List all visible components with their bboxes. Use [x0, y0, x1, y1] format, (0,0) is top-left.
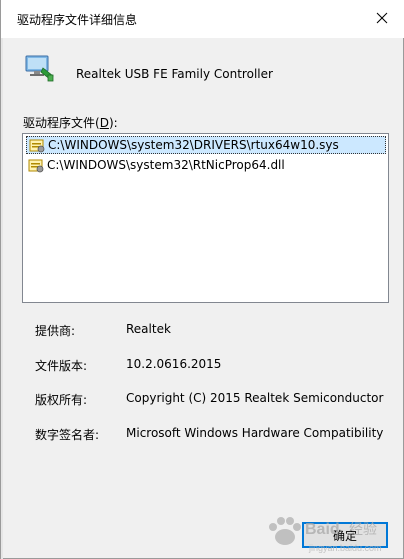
file-path: C:\WINDOWS\system32\DRIVERS\rtux64w10.sy…	[48, 138, 339, 152]
file-version-value: 10.2.0616.2015	[126, 357, 222, 371]
file-version-label: 文件版本:	[35, 359, 88, 373]
window-edge	[1, 38, 3, 559]
provider-label: 提供商:	[35, 324, 76, 338]
system-file-icon	[29, 139, 45, 153]
dll-file-icon	[28, 159, 44, 173]
driver-files-label-suffix: ):	[108, 116, 118, 130]
close-icon	[376, 12, 388, 24]
title-bar[interactable]: 驱动程序文件详细信息	[1, 0, 404, 38]
copyright-label: 版权所有:	[35, 393, 88, 407]
driver-file-details-dialog: 驱动程序文件详细信息 Realtek USB FE Family Control…	[0, 0, 404, 559]
digital-signer-label: 数字签名者:	[35, 428, 100, 442]
list-item[interactable]: C:\WINDOWS\system32\RtNicProp64.dll	[26, 156, 386, 174]
ok-button[interactable]: 确定	[302, 522, 388, 548]
close-button[interactable]	[364, 2, 400, 34]
driver-files-label: 驱动程序文件(D):	[23, 114, 118, 131]
list-item[interactable]: C:\WINDOWS\system32\DRIVERS\rtux64w10.sy…	[26, 136, 386, 154]
window-title: 驱动程序文件详细信息	[17, 13, 138, 27]
driver-files-list[interactable]: C:\WINDOWS\system32\DRIVERS\rtux64w10.sy…	[22, 133, 389, 303]
digital-signer-value: Microsoft Windows Hardware Compatibility	[126, 426, 384, 440]
network-adapter-icon	[25, 55, 54, 82]
device-name: Realtek USB FE Family Controller	[76, 67, 273, 81]
copyright-value: Copyright (C) 2015 Realtek Semiconductor	[126, 391, 384, 405]
file-path: C:\WINDOWS\system32\RtNicProp64.dll	[47, 158, 285, 172]
driver-files-label-accelerator: D	[99, 116, 109, 130]
driver-files-label-prefix: 驱动程序文件(	[23, 116, 100, 130]
provider-value: Realtek	[126, 322, 171, 336]
